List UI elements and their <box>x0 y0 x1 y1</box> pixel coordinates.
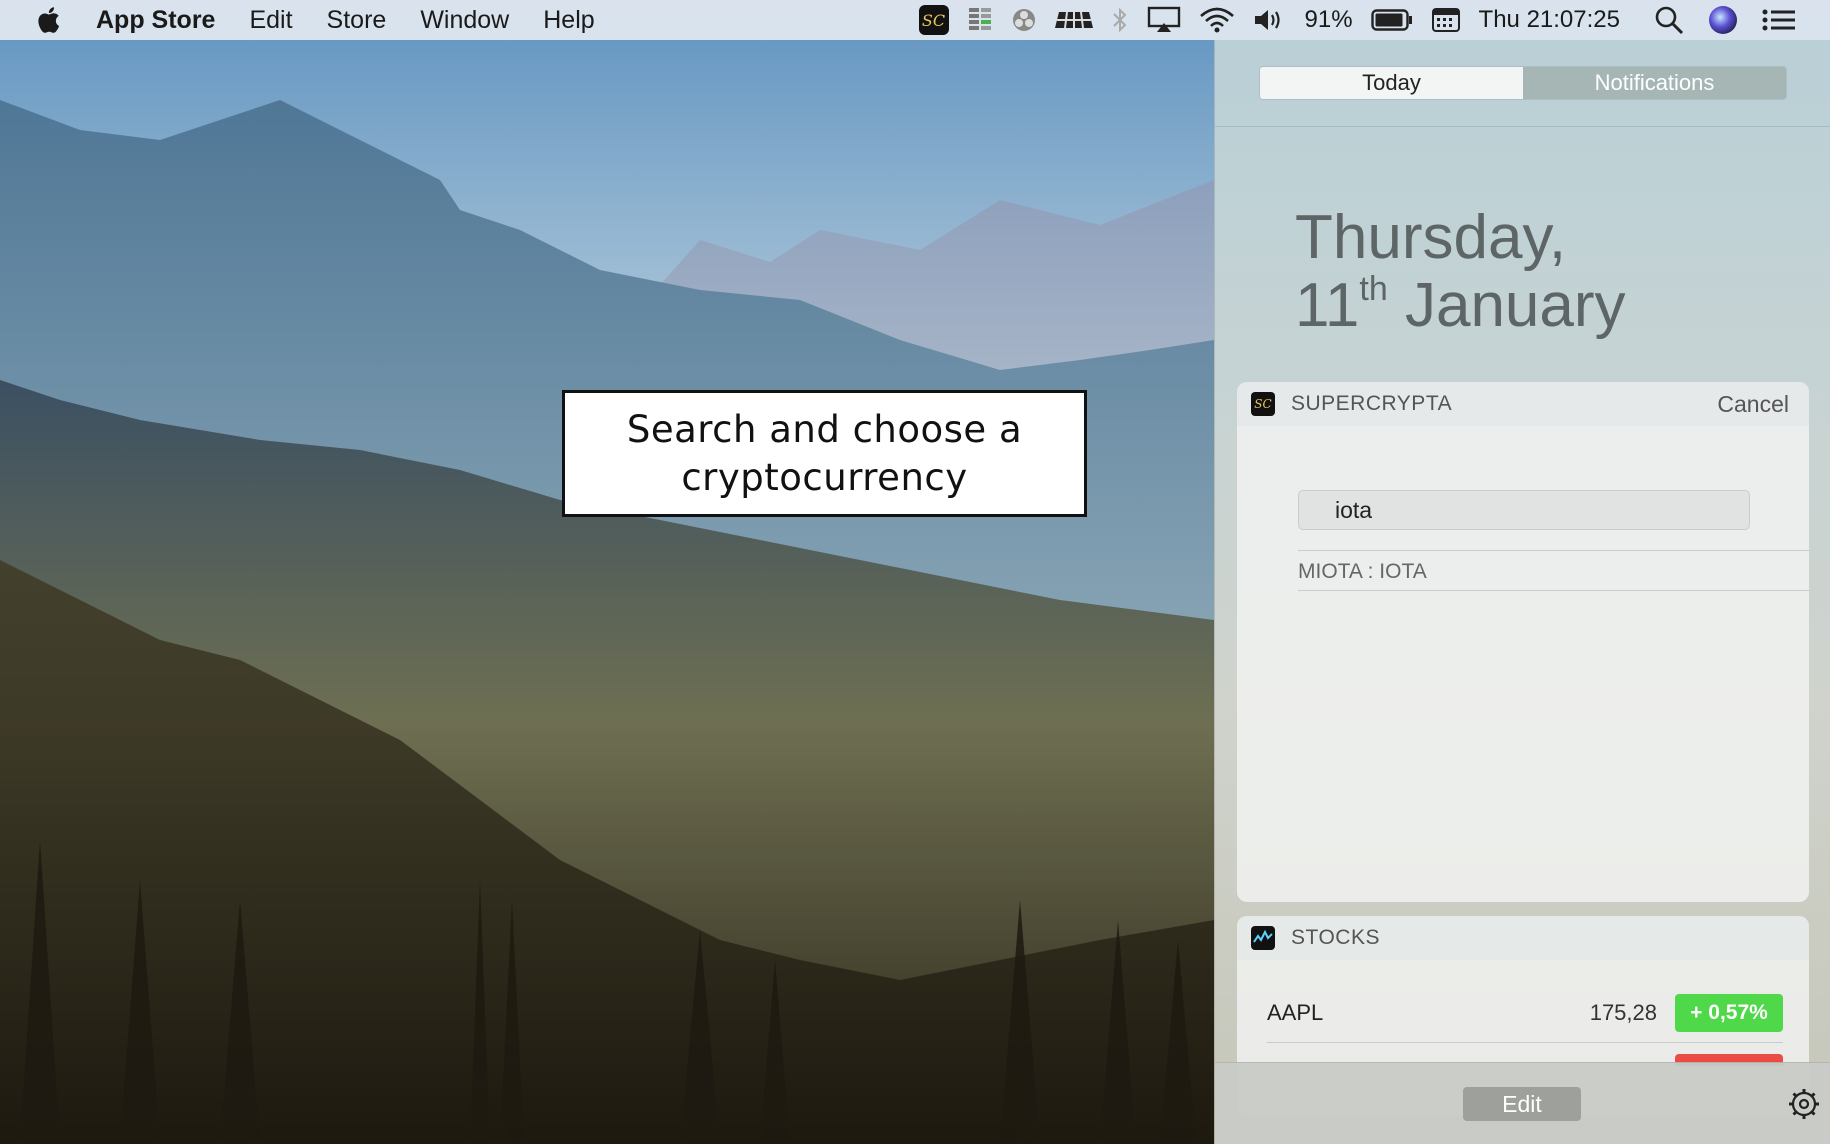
menu-store[interactable]: Store <box>327 6 387 35</box>
supercrypta-badge: SC <box>918 5 949 35</box>
wifi-icon[interactable] <box>1199 0 1235 40</box>
callout-line-2: cryptocurrency <box>681 455 968 499</box>
nc-tab-switcher: Today Notifications <box>1259 66 1787 100</box>
stock-row[interactable]: AAPL 175,28 + 0,57% <box>1267 994 1783 1032</box>
callout-line-1: Search and choose a <box>626 407 1023 451</box>
volume-icon[interactable] <box>1253 0 1287 40</box>
spotlight-icon[interactable] <box>1654 0 1684 40</box>
calendar-icon[interactable] <box>1431 0 1461 40</box>
menu-edit[interactable]: Edit <box>249 6 292 35</box>
crypto-search-input[interactable]: iota <box>1298 490 1750 530</box>
supercrypta-widget-header: SC SUPERCRYPTA Cancel <box>1237 382 1809 426</box>
stock-change-badge[interactable]: + 0,57% <box>1675 994 1783 1032</box>
supercrypta-widget: SC SUPERCRYPTA Cancel iota MIOTA : IOTA <box>1237 382 1809 902</box>
supercrypta-title: SUPERCRYPTA <box>1291 392 1453 415</box>
battery-percentage: 91% <box>1304 6 1353 33</box>
stocks-widget-header: STOCKS <box>1237 916 1809 960</box>
date-day-month: 11th January <box>1295 270 1626 341</box>
stock-price: 175,28 <box>1589 1000 1657 1025</box>
result-divider-bottom <box>1298 590 1809 591</box>
ruler-icon[interactable] <box>1054 0 1093 40</box>
notification-center-icon[interactable] <box>1762 0 1796 40</box>
stock-row-divider <box>1267 1042 1783 1043</box>
gear-icon[interactable] <box>1787 1087 1821 1121</box>
battery-icon[interactable] <box>1370 0 1413 40</box>
apple-menu-icon[interactable] <box>34 4 66 36</box>
nc-footer: Edit <box>1215 1062 1830 1144</box>
result-divider-top <box>1298 550 1809 551</box>
search-result-item[interactable]: MIOTA : IOTA <box>1298 560 1427 584</box>
date-month: January <box>1404 271 1626 340</box>
stock-symbol: AAPL <box>1267 1000 1324 1025</box>
airplay-icon[interactable] <box>1147 0 1181 40</box>
menubar-clock[interactable]: Thu 21:07:25 <box>1479 6 1620 34</box>
date-suffix: th <box>1359 270 1388 308</box>
nc-divider <box>1215 126 1830 127</box>
cancel-button[interactable]: Cancel <box>1717 391 1789 418</box>
supercrypta-app-icon: SC <box>1251 392 1275 416</box>
stocks-app-icon <box>1251 926 1275 950</box>
date-weekday: Thursday, <box>1295 203 1567 272</box>
notification-center-panel: Today Notifications Thursday, 11th Janua… <box>1214 40 1830 1144</box>
color-wheel-icon[interactable] <box>1011 0 1037 40</box>
stocks-title: STOCKS <box>1291 926 1380 949</box>
date-day: 11 <box>1295 271 1360 340</box>
menu-app-store[interactable]: App Store <box>96 6 215 35</box>
siri-icon[interactable] <box>1708 0 1738 40</box>
istat-icon[interactable] <box>967 0 993 40</box>
edit-button[interactable]: Edit <box>1463 1087 1581 1121</box>
status-area: SC 91% Thu 21:07:25 <box>918 0 1830 40</box>
instruction-callout: Search and choose a cryptocurrency <box>562 390 1087 517</box>
menu-window[interactable]: Window <box>420 6 509 35</box>
bluetooth-icon[interactable] <box>1111 0 1129 40</box>
supercrypta-icon[interactable]: SC <box>918 0 949 40</box>
tab-notifications[interactable]: Notifications <box>1523 67 1786 99</box>
menu-help[interactable]: Help <box>543 6 594 35</box>
menu-bar: App Store Edit Store Window Help SC 91% <box>0 0 1830 40</box>
tab-today[interactable]: Today <box>1260 67 1523 99</box>
